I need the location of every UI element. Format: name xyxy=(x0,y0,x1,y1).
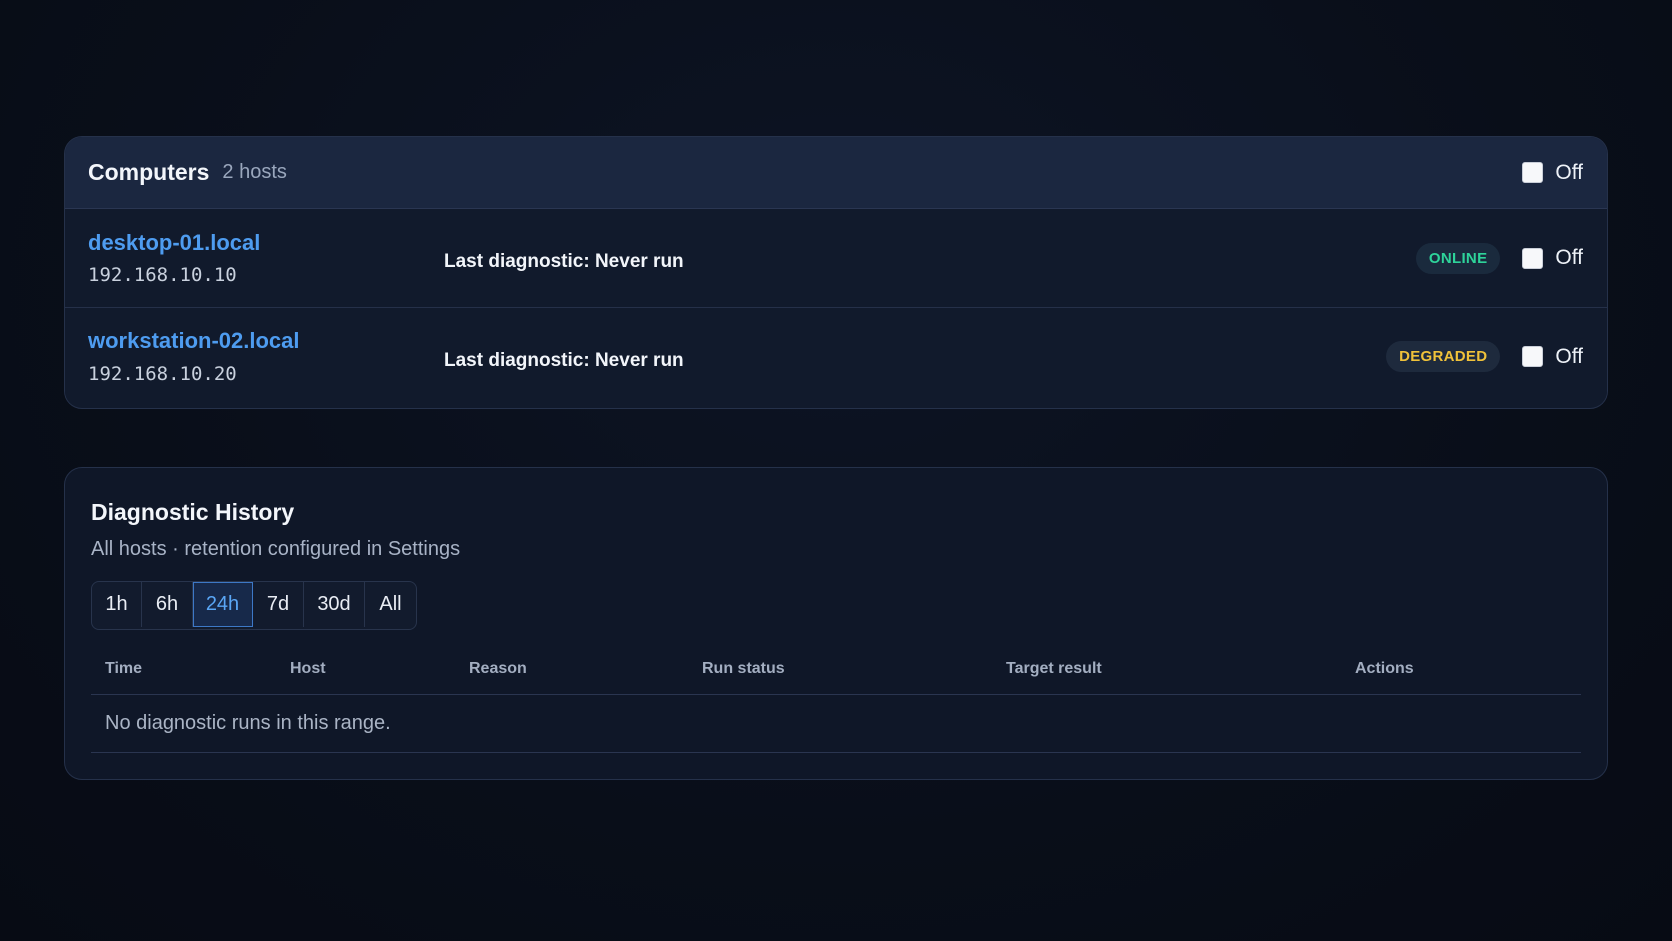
range-button-all[interactable]: All xyxy=(365,582,416,627)
computers-title: Computers xyxy=(88,159,210,185)
host-name-link[interactable]: workstation-02.local xyxy=(88,328,444,354)
column-header-time: Time xyxy=(105,660,143,677)
range-button-1h[interactable]: 1h xyxy=(92,582,142,627)
column-header-host: Host xyxy=(290,660,326,677)
range-button-24h[interactable]: 24h xyxy=(193,582,253,627)
host-row: workstation-02.local 192.168.10.20 Last … xyxy=(65,307,1607,405)
history-subtitle: All hosts · retention configured in Sett… xyxy=(91,538,461,560)
range-button-6h[interactable]: 6h xyxy=(142,582,193,627)
host-name-link[interactable]: desktop-01.local xyxy=(88,230,444,256)
computers-header: Computers 2 hosts Off xyxy=(65,137,1607,209)
host-toggle-checkbox[interactable] xyxy=(1522,346,1544,367)
all-hosts-toggle-checkbox[interactable] xyxy=(1522,162,1544,183)
host-toggle-label: Off xyxy=(1555,344,1583,368)
host-toggle[interactable]: Off xyxy=(1522,345,1583,369)
history-table-header: Time Host Reason Run status Target resul… xyxy=(91,642,1581,695)
table-empty-row: No diagnostic runs in this range. xyxy=(91,695,1581,753)
status-badge: ONLINE xyxy=(1415,242,1501,274)
host-toggle-checkbox[interactable] xyxy=(1522,247,1544,269)
all-hosts-toggle[interactable]: Off xyxy=(1522,161,1583,185)
history-title: Diagnostic History xyxy=(91,499,295,525)
range-button-30d[interactable]: 30d xyxy=(304,582,365,627)
host-toggle[interactable]: Off xyxy=(1522,246,1583,270)
range-button-7d[interactable]: 7d xyxy=(253,582,304,627)
host-toggle-label: Off xyxy=(1555,246,1583,269)
column-header-reason: Reason xyxy=(469,660,527,677)
column-header-run-status: Run status xyxy=(702,660,785,677)
column-header-target-result: Target result xyxy=(1006,660,1102,677)
computers-panel: Computers 2 hosts Off desktop-01.local 1… xyxy=(64,136,1608,409)
empty-state-message: No diagnostic runs in this range. xyxy=(105,712,391,734)
all-hosts-toggle-label: Off xyxy=(1555,160,1583,184)
host-ip: 192.168.10.20 xyxy=(88,362,237,385)
host-ip: 192.168.10.10 xyxy=(88,264,237,287)
host-row: desktop-01.local 192.168.10.10 Last diag… xyxy=(65,209,1607,307)
host-info: desktop-01.local 192.168.10.10 xyxy=(88,230,444,286)
last-diagnostic: Last diagnostic: Never run xyxy=(444,349,684,371)
host-info: workstation-02.local 192.168.10.20 xyxy=(88,328,444,384)
time-range-selector: 1h 6h 24h 7d 30d All xyxy=(91,581,417,630)
status-badge: DEGRADED xyxy=(1386,341,1501,372)
host-count: 2 hosts xyxy=(222,161,287,183)
column-header-actions: Actions xyxy=(1355,660,1414,677)
last-diagnostic: Last diagnostic: Never run xyxy=(444,251,684,272)
diagnostic-history-panel: Diagnostic History All hosts · retention… xyxy=(64,467,1608,780)
